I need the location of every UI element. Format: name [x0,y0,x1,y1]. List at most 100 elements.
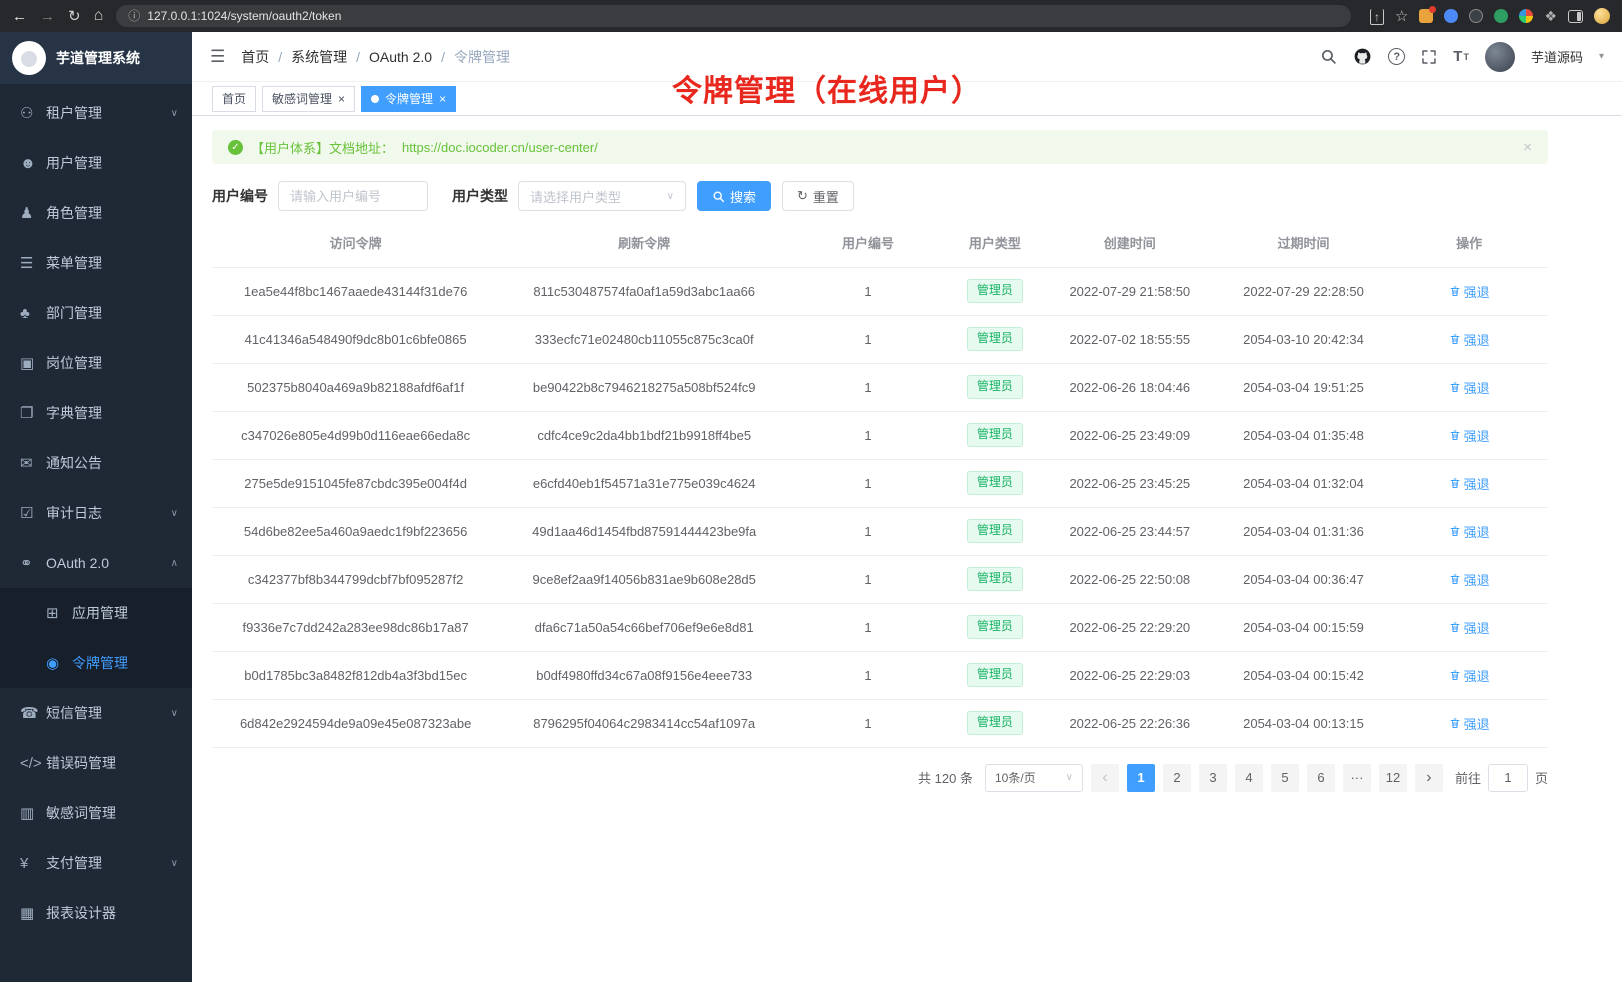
alert-close-icon[interactable] [1523,139,1532,156]
share-icon[interactable] [1370,9,1384,23]
table-row: c342377bf8b344799dcbf7bf095287f2 9ce8ef2… [212,555,1548,603]
delete-icon [1449,429,1461,441]
page-tab[interactable]: 令牌管理 [361,86,456,112]
user-type-cell: 管理员 [947,603,1043,651]
page-number-button[interactable]: 1 [1127,764,1155,792]
sidebar-item[interactable]: ☑ 审计日志 ∨ [0,488,192,538]
user-icon: ☻ [20,155,46,172]
reset-icon [797,188,808,204]
force-logout-button[interactable]: 强退 [1449,330,1490,349]
create-time-cell: 2022-07-02 18:55:55 [1043,315,1217,363]
search-button[interactable]: 搜索 [697,181,771,211]
page-tab[interactable]: 首页 [212,86,256,112]
dark-extension-icon[interactable] [1469,9,1483,23]
page-number-button[interactable]: 4 [1235,764,1263,792]
user-id-input[interactable] [278,181,428,211]
breadcrumb: 首页 系统管理 OAuth 2.0 令牌管理 [241,47,510,67]
sidebar-item[interactable]: ◉ 令牌管理 [0,638,192,688]
sidebar-item[interactable]: ♟ 角色管理 [0,188,192,238]
sidebar-item[interactable]: </> 错误码管理 [0,738,192,788]
table-row: 54d6be82ee5a460a9aedc1f9bf223656 49d1aa4… [212,507,1548,555]
sidebar-item[interactable]: ▣ 岗位管理 [0,338,192,388]
extension-badge-icon[interactable] [1419,9,1433,23]
user-id-cell: 1 [789,699,947,747]
app-logo-row[interactable]: 芋道管理系统 [0,32,192,84]
sidebar-item[interactable]: ¥ 支付管理 ∨ [0,838,192,888]
address-bar[interactable]: 127.0.0.1:1024/system/oauth2/token [116,5,1351,27]
browser-back-icon[interactable] [12,9,27,24]
font-size-icon[interactable] [1453,48,1469,65]
search-icon[interactable] [1320,48,1337,65]
sidebar-item-label: 通知公告 [46,453,102,473]
page-size-select[interactable]: 10条/页 [985,764,1083,792]
user-id-cell: 1 [789,267,947,315]
access-token-cell: 275e5de9151045fe87cbdc395e004f4d [212,459,499,507]
user-menu-caret-icon[interactable] [1599,51,1604,62]
browser-forward-icon[interactable] [40,9,55,24]
breadcrumb-item[interactable]: 系统管理 [291,47,369,67]
bookmark-star-icon[interactable] [1395,9,1408,24]
tab-close-icon[interactable] [439,93,446,105]
force-logout-button[interactable]: 强退 [1449,282,1490,301]
force-logout-button[interactable]: 强退 [1449,666,1490,685]
page-number-button[interactable]: 2 [1163,764,1191,792]
page-number-button[interactable]: 12 [1379,764,1407,792]
sidebar-item[interactable]: ▥ 敏感词管理 [0,788,192,838]
blue-extension-icon[interactable] [1444,9,1458,23]
colorful-extension-icon[interactable] [1519,9,1533,23]
collapse-menu-icon[interactable] [210,47,225,67]
help-icon[interactable] [1388,48,1405,65]
sidebar-item-label: 支付管理 [46,853,102,873]
tab-close-icon[interactable] [338,93,345,105]
browser-home-icon[interactable] [94,8,104,24]
browser-reload-icon[interactable] [68,9,81,24]
site-info-icon[interactable] [128,7,140,25]
green-extension-icon[interactable] [1494,9,1508,23]
sidebar-item[interactable]: ⚇ 租户管理 ∨ [0,88,192,138]
page-tab[interactable]: 敏感词管理 [262,86,355,112]
sidebar-item[interactable]: ⚭ OAuth 2.0 ∧ [0,538,192,588]
force-logout-button[interactable]: 强退 [1449,714,1490,733]
column-header: 操作 [1390,219,1548,267]
force-logout-button[interactable]: 强退 [1449,378,1490,397]
user-type-cell: 管理员 [947,699,1043,747]
force-logout-button[interactable]: 强退 [1449,570,1490,589]
page-number-button[interactable]: 6 [1307,764,1335,792]
user-id-cell: 1 [789,555,947,603]
user-type-badge: 管理员 [967,375,1023,399]
user-avatar[interactable] [1485,42,1515,72]
github-icon[interactable] [1353,47,1372,66]
sidebar-item[interactable]: ⊞ 应用管理 [0,588,192,638]
fullscreen-icon[interactable] [1421,49,1437,65]
force-logout-button[interactable]: 强退 [1449,474,1490,493]
extensions-puzzle-icon[interactable] [1544,9,1557,23]
chevron-icon: ∨ [171,508,178,519]
sidebar-item[interactable]: ♣ 部门管理 [0,288,192,338]
breadcrumb-item[interactable]: 首页 [241,47,291,67]
force-logout-button[interactable]: 强退 [1449,618,1490,637]
sidebar-item[interactable]: ▦ 报表设计器 [0,888,192,938]
page-number-button[interactable]: 5 [1271,764,1299,792]
sidebar-panel-icon[interactable] [1568,10,1583,23]
force-logout-button[interactable]: 强退 [1449,522,1490,541]
sidebar-item[interactable]: ☻ 用户管理 [0,138,192,188]
page-number-button[interactable]: ··· [1343,764,1371,792]
sidebar-item[interactable]: ❐ 字典管理 [0,388,192,438]
doc-link[interactable]: https://doc.iocoder.cn/user-center/ [402,140,598,155]
sidebar-item[interactable]: ✉ 通知公告 [0,438,192,488]
refresh-token-cell: 49d1aa46d1454fbd87591444423be9fa [499,507,789,555]
reset-button[interactable]: 重置 [782,181,854,211]
user-type-select[interactable]: 请选择用户类型 [518,181,686,211]
page-number-button[interactable]: 3 [1199,764,1227,792]
breadcrumb-item[interactable]: 令牌管理 [454,47,510,67]
browser-profile-avatar[interactable] [1594,8,1610,24]
user-name[interactable]: 芋道源码 [1531,47,1583,66]
user-id-cell: 1 [789,363,947,411]
goto-page-input[interactable] [1488,764,1528,792]
sidebar-item[interactable]: ☰ 菜单管理 [0,238,192,288]
prev-page-button[interactable] [1091,764,1119,792]
next-page-button[interactable] [1415,764,1443,792]
breadcrumb-item[interactable]: OAuth 2.0 [369,49,454,65]
sidebar-item[interactable]: ☎ 短信管理 ∨ [0,688,192,738]
force-logout-button[interactable]: 强退 [1449,426,1490,445]
